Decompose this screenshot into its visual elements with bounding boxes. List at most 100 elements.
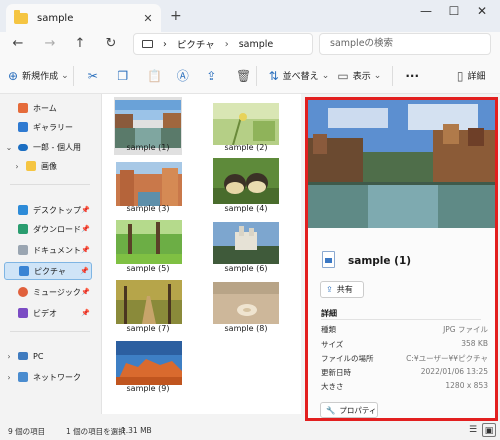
selection-size: 1.31 MB (121, 426, 152, 435)
properties-button[interactable]: 🔧 プロパティ (320, 402, 378, 418)
castle-thumbnail (213, 222, 279, 264)
property-row: 大きさ 1280 x 853 (321, 381, 488, 392)
tab-title: sample (37, 12, 74, 24)
details-view-icon[interactable]: ☰ (466, 423, 480, 437)
tab-sample[interactable]: sample ✕ (6, 4, 161, 32)
chevron-down-icon: ⌄ (321, 70, 330, 81)
copy-button[interactable]: ❐ (117, 58, 137, 94)
chevron-right-icon[interactable]: › (12, 162, 22, 171)
share-button[interactable]: ⇪ 共有 (320, 281, 364, 298)
rename-button[interactable]: Ⓐ (177, 58, 197, 94)
beach-shell-thumbnail (213, 282, 279, 324)
navigation-pane: ホーム ギャラリー ⌄ 一郎 - 個人用 › 画像 デスクトップ 📌 ダウンロー… (0, 94, 100, 414)
divider (255, 65, 257, 86)
chevron-right-icon[interactable]: › (4, 352, 14, 361)
back-button[interactable]: ← (8, 34, 28, 54)
sidebar-item-images[interactable]: › 画像 (12, 157, 100, 175)
details-button[interactable]: ▯ 詳細 (457, 58, 500, 94)
view-button[interactable]: ▭ 表示 ⌄ (337, 58, 392, 94)
sidebar-item-gallery[interactable]: ギャラリー (4, 118, 92, 136)
breadcrumb-sample[interactable]: sample (239, 39, 274, 50)
new-icon: ⊕ (8, 68, 19, 83)
chevron-down-icon[interactable]: ⌄ (4, 143, 14, 152)
details-heading: 詳細 (321, 309, 337, 318)
sidebar-item-documents[interactable]: ドキュメント 📌 (4, 241, 92, 259)
cut-button[interactable]: ✂ (88, 58, 108, 94)
view-icon: ▭ (337, 68, 349, 83)
address-bar[interactable]: › ピクチャ › sample (133, 33, 313, 55)
desktop-icon (18, 205, 28, 215)
sidebar-item-label: デスクトップ (33, 205, 81, 215)
sort-button[interactable]: ⇅ 並べ替え ⌄ (269, 58, 334, 94)
sidebar-item-desktop[interactable]: デスクトップ 📌 (4, 201, 92, 219)
delete-button[interactable]: 🗑 (236, 58, 256, 94)
pictures-icon (19, 266, 29, 276)
wrench-icon: 🔧 (326, 405, 336, 415)
close-button[interactable]: ✕ (468, 4, 496, 18)
sidebar-item-label: ダウンロード (33, 224, 81, 234)
search-input[interactable]: sampleの検索 (319, 33, 491, 55)
file-name: sample (9) (126, 384, 170, 393)
minimize-button[interactable]: — (412, 4, 440, 18)
refresh-button[interactable]: ↻ (101, 34, 121, 54)
sidebar-item-label: ホーム (33, 103, 57, 113)
document-icon (18, 245, 28, 255)
more-button[interactable]: ··· (405, 58, 434, 94)
large-icons-view-icon[interactable]: ▣ (482, 423, 496, 437)
command-bar: ⊕ 新規作成 ⌄ ✂ ❐ 📋 Ⓐ ⇪ 🗑 ⇅ 並べ替え ⌄ ▭ 表示 ⌄ ···… (0, 58, 500, 94)
canal-thumbnail (115, 100, 181, 148)
paste-button[interactable]: 📋 (147, 58, 167, 94)
up-button[interactable]: ↑ (70, 34, 90, 54)
selection-count: 1 個の項目を選択 (66, 427, 126, 436)
details-label: 詳細 (467, 72, 486, 82)
file-name: sample (1) (126, 143, 170, 152)
chevron-right-icon[interactable]: › (4, 373, 14, 382)
file-name: sample (3) (126, 204, 170, 213)
property-key: 大きさ (321, 382, 344, 391)
divider (72, 65, 74, 86)
paste-icon: 📋 (147, 68, 163, 83)
sidebar-item-pictures[interactable]: ピクチャ 📌 (4, 262, 92, 280)
sidebar-item-downloads[interactable]: ダウンロード 📌 (4, 220, 92, 238)
sidebar-item-pc[interactable]: › PC (4, 347, 92, 365)
divider (10, 184, 90, 185)
property-key: 種類 (321, 325, 336, 334)
network-icon (18, 372, 28, 382)
sidebar-item-label: PC (33, 351, 44, 361)
sort-label: 並べ替え (282, 72, 319, 82)
property-key: サイズ (321, 340, 344, 349)
file-name: sample (4) (224, 204, 268, 213)
chevron-down-icon: ⌄ (373, 70, 382, 81)
tab-close-icon[interactable]: ✕ (141, 12, 155, 25)
sidebar-item-home[interactable]: ホーム (4, 99, 92, 117)
sidebar-item-label: ネットワーク (33, 372, 81, 382)
property-value: 358 KB (461, 339, 488, 348)
chevron-down-icon: ⌄ (61, 70, 69, 81)
details-pane-icon: ▯ (456, 68, 464, 83)
forward-button[interactable]: → (40, 34, 60, 54)
share-button[interactable]: ⇪ (206, 58, 226, 94)
home-icon (18, 103, 28, 113)
file-list: sample (1) sample (2) sample (3) sample … (102, 94, 301, 414)
new-button[interactable]: ⊕ 新規作成 ⌄ (8, 58, 73, 94)
property-key: 更新日時 (321, 368, 351, 377)
preview-pane: sample (1) ⇪ 共有 詳細 種類 JPG ファイル サイズ 358 K… (305, 97, 498, 421)
file-name: sample (8) (224, 324, 268, 333)
cut-icon: ✂ (87, 68, 98, 83)
divider (10, 331, 90, 332)
sidebar-item-videos[interactable]: ビデオ 📌 (4, 304, 92, 322)
sidebar-item-onedrive[interactable]: ⌄ 一郎 - 個人用 (4, 138, 92, 156)
sidebar-item-network[interactable]: › ネットワーク (4, 368, 92, 386)
new-tab-button[interactable]: + (170, 8, 182, 24)
breadcrumb-pictures[interactable]: ピクチャ (177, 37, 215, 51)
desert-thumbnail (116, 341, 182, 385)
file-name: sample (7) (126, 324, 170, 333)
property-row: ファイルの場所 C:¥ユーザー¥¥ピクチャ (321, 353, 488, 364)
preview-image (308, 100, 495, 228)
property-row: サイズ 358 KB (321, 339, 488, 350)
sidebar-item-label: ビデオ (33, 308, 57, 318)
divider (321, 319, 481, 320)
sidebar-item-music[interactable]: ミュージック 📌 (4, 283, 92, 301)
sidebar-item-label: ミュージック (33, 287, 81, 297)
maximize-button[interactable]: ☐ (440, 4, 468, 18)
